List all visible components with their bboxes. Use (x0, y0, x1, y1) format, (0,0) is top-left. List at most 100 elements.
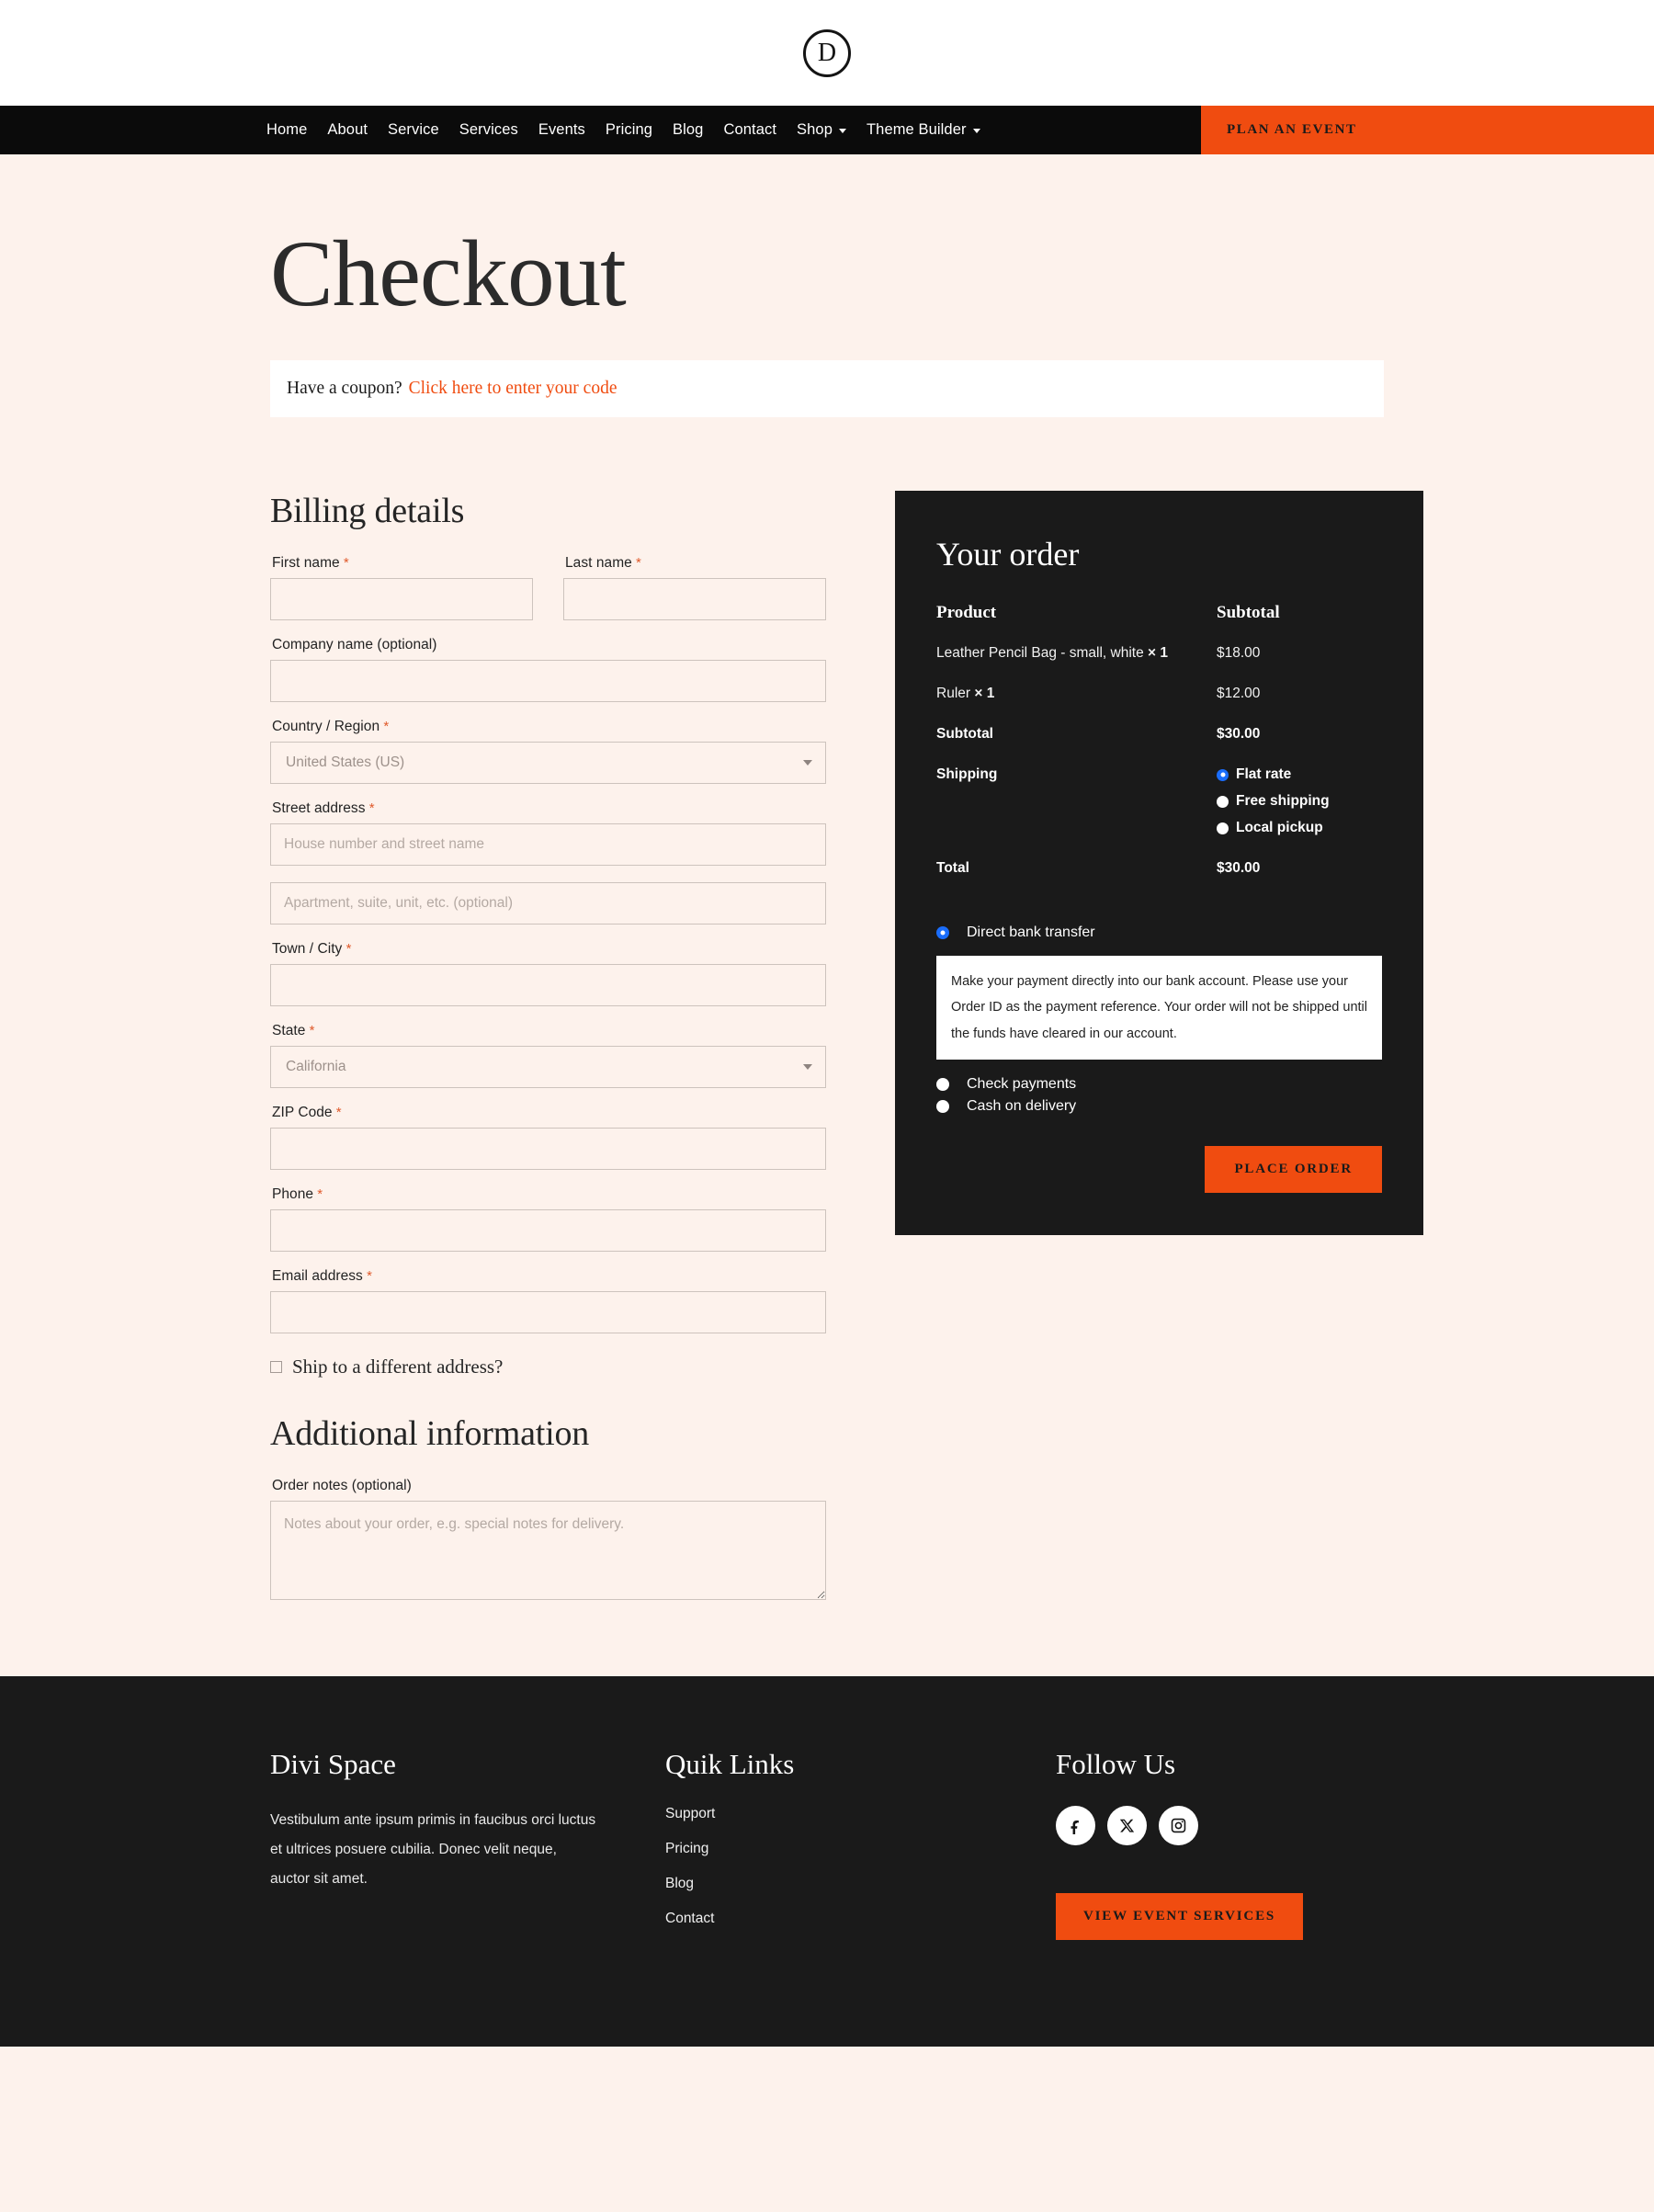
city-input[interactable] (270, 964, 826, 1007)
first-name-input[interactable] (270, 578, 533, 621)
order-total-value: $30.00 (1217, 860, 1261, 877)
checkbox-icon[interactable] (270, 1361, 282, 1374)
required-marker: * (365, 800, 375, 817)
coupon-toggle-link[interactable]: Click here to enter your code (409, 379, 617, 399)
company-input[interactable] (270, 660, 826, 703)
order-table: Product Subtotal Leather Pencil Bag - sm… (936, 603, 1382, 901)
nav-item-theme-builder[interactable]: Theme Builder (856, 121, 991, 139)
radio-icon[interactable] (936, 926, 949, 940)
ship-to-different-address-toggle[interactable]: Ship to a different address? (270, 1356, 826, 1378)
shipping-option-free-shipping[interactable]: Free shipping (1217, 793, 1382, 810)
payment-methods: Direct bank transfer Make your payment d… (936, 925, 1382, 1115)
phone-label: Phone * (272, 1186, 826, 1203)
site-logo[interactable]: D (803, 28, 851, 77)
first-name-label-text: First name (272, 555, 340, 572)
footer-column-social: Follow Us VIEW EVENT SERVICES (1056, 1748, 1384, 1941)
street-address-2-input[interactable] (270, 882, 826, 925)
place-order-button[interactable]: PLACE ORDER (1205, 1145, 1382, 1193)
city-field-group: Town / City * (270, 941, 826, 1007)
radio-icon[interactable] (1217, 822, 1229, 834)
shipping-option-label: Free shipping (1236, 793, 1330, 810)
instagram-link[interactable] (1159, 1806, 1198, 1846)
site-header: D (0, 0, 1654, 106)
nav-item-service[interactable]: Service (378, 121, 449, 139)
required-marker: * (342, 941, 352, 958)
footer-brand-text: Vestibulum ante ipsum primis in faucibus… (270, 1812, 596, 1887)
order-shipping-label: Shipping (936, 766, 998, 783)
required-marker: * (305, 1023, 315, 1039)
footer-links-heading: Quik Links (665, 1748, 795, 1781)
plan-an-event-button[interactable]: PLAN AN EVENT (1201, 106, 1654, 154)
additional-information-heading: Additional information (270, 1414, 590, 1454)
table-row: Ruler × 1 $12.00 (936, 686, 1382, 726)
checkout-page: Checkout Have a coupon? Click here to en… (0, 154, 1654, 1677)
company-field-group: Company name (optional) (270, 637, 826, 703)
country-field-group: Country / Region * (270, 719, 826, 785)
radio-icon[interactable] (1217, 768, 1229, 781)
footer-link-pricing[interactable]: Pricing (665, 1841, 708, 1856)
coupon-notice: Have a coupon? Click here to enter your … (270, 360, 1384, 418)
payment-method-label: Direct bank transfer (967, 925, 1095, 941)
radio-icon[interactable] (1217, 795, 1229, 808)
list-item: Contact (665, 1911, 1056, 1927)
footer-link-list: Support Pricing Blog Contact (665, 1806, 1056, 1927)
zip-label: ZIP Code * (272, 1105, 826, 1121)
nav-item-about[interactable]: About (317, 121, 378, 139)
state-select[interactable] (270, 1046, 826, 1089)
order-notes-field-group: Order notes (optional) (270, 1478, 826, 1605)
order-item-name-1: Ruler × 1 (936, 686, 1217, 726)
country-select[interactable] (270, 742, 826, 785)
nav-item-label: Shop (797, 121, 833, 138)
shipping-option-flat-rate[interactable]: Flat rate (1217, 766, 1382, 783)
last-name-input[interactable] (563, 578, 826, 621)
phone-label-text: Phone (272, 1186, 314, 1203)
order-item-subtotal-0: $18.00 (1217, 645, 1261, 662)
order-header-product: Product (936, 603, 997, 623)
nav-item-services[interactable]: Services (449, 121, 528, 139)
billing-details-section: Billing details First name * Last name * (270, 491, 826, 1621)
nav-item-pricing[interactable]: Pricing (595, 121, 663, 139)
facebook-icon (1071, 1821, 1079, 1835)
street-address-input[interactable] (270, 823, 826, 867)
street-address-label: Street address * (272, 800, 826, 817)
footer-link-blog[interactable]: Blog (665, 1876, 694, 1891)
payment-method-check-payments[interactable]: Check payments (936, 1076, 1382, 1093)
order-notes-textarea[interactable] (270, 1501, 826, 1601)
nav-item-contact[interactable]: Contact (713, 121, 787, 139)
zip-input[interactable] (270, 1128, 826, 1171)
x-twitter-link[interactable] (1107, 1806, 1147, 1846)
page-title: Checkout (270, 221, 627, 326)
view-event-services-button[interactable]: VIEW EVENT SERVICES (1056, 1893, 1304, 1941)
nav-item-events[interactable]: Events (528, 121, 595, 139)
payment-method-direct-bank-transfer[interactable]: Direct bank transfer (936, 925, 1382, 941)
nav-links: Home About Service Services Events Prici… (0, 106, 1201, 154)
logo-letter: D (817, 38, 837, 67)
last-name-field-group: Last name * (563, 555, 826, 621)
footer-link-support[interactable]: Support (665, 1806, 715, 1821)
nav-item-blog[interactable]: Blog (663, 121, 713, 139)
radio-icon[interactable] (936, 1099, 949, 1113)
shipping-option-label: Flat rate (1236, 766, 1292, 783)
nav-item-shop[interactable]: Shop (787, 121, 856, 139)
required-marker: * (362, 1268, 372, 1285)
order-item-title: Leather Pencil Bag - small, white (936, 645, 1144, 662)
order-panel: Your order Product Subtotal Leather Penc… (895, 491, 1423, 1235)
shipping-option-local-pickup[interactable]: Local pickup (1217, 820, 1382, 836)
required-marker: * (313, 1186, 323, 1203)
bank-transfer-instructions: Make your payment directly into our bank… (936, 956, 1382, 1060)
radio-icon[interactable] (936, 1077, 949, 1091)
nav-item-home[interactable]: Home (266, 121, 317, 139)
payment-method-cash-on-delivery[interactable]: Cash on delivery (936, 1098, 1382, 1115)
ship-to-different-address-label: Ship to a different address? (292, 1356, 504, 1378)
payment-method-label: Check payments (967, 1075, 1077, 1092)
table-row: Leather Pencil Bag - small, white × 1 $1… (936, 645, 1382, 686)
order-total-label: Total (936, 860, 969, 877)
phone-input[interactable] (270, 1209, 826, 1253)
country-label: Country / Region * (272, 719, 826, 735)
email-input[interactable] (270, 1291, 826, 1334)
order-summary-section: Your order Product Subtotal Leather Penc… (895, 491, 1423, 1235)
facebook-link[interactable] (1056, 1806, 1095, 1846)
footer-link-contact[interactable]: Contact (665, 1911, 714, 1926)
last-name-label-text: Last name (565, 555, 632, 572)
billing-details-heading: Billing details (270, 492, 465, 531)
